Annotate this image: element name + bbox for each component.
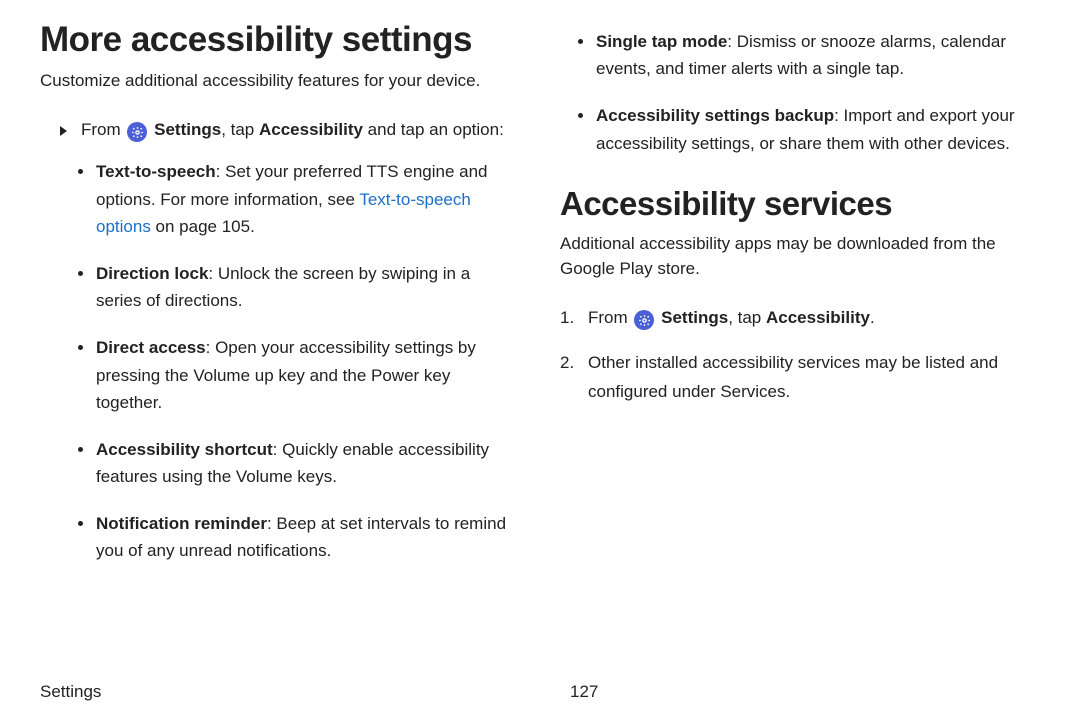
section-heading: Accessibility services <box>560 185 1040 223</box>
item-title: Text-to-speech <box>96 162 216 181</box>
item-title: Single tap mode <box>596 32 727 51</box>
list-item: Text-to-speech: Set your preferred TTS e… <box>96 158 520 240</box>
step-item: From Settings, tap Accessibility. <box>560 304 1040 333</box>
item-title: Accessibility shortcut <box>96 440 273 459</box>
accessibility-bold: Accessibility <box>259 120 363 139</box>
list-item: Single tap mode: Dismiss or snooze alarm… <box>596 28 1040 82</box>
feature-list: Text-to-speech: Set your preferred TTS e… <box>40 158 520 564</box>
gear-icon <box>127 122 147 142</box>
item-title: Direction lock <box>96 264 208 283</box>
settings-bold: Settings <box>154 120 221 139</box>
page-footer: Settings 127 <box>0 682 1080 702</box>
step-end: . <box>870 308 875 327</box>
gear-icon <box>634 310 654 330</box>
page-subtitle: Customize additional accessibility featu… <box>40 68 520 94</box>
settings-bold: Settings <box>661 308 728 327</box>
list-item: Direct access: Open your accessibility s… <box>96 334 520 416</box>
page-heading: More accessibility settings <box>40 20 520 60</box>
list-item: Accessibility settings backup: Import an… <box>596 102 1040 156</box>
item-title: Notification reminder <box>96 514 267 533</box>
step-mid: , tap <box>728 308 766 327</box>
steps-list: From Settings, tap Accessibility. Other … <box>560 304 1040 407</box>
feature-list-continued: Single tap mode: Dismiss or snooze alarm… <box>560 28 1040 157</box>
list-item: Direction lock: Unlock the screen by swi… <box>96 260 520 314</box>
item-body2: on page 105. <box>151 217 255 236</box>
item-title: Accessibility settings backup <box>596 106 834 125</box>
accessibility-bold: Accessibility <box>766 308 870 327</box>
section-subtitle: Additional accessibility apps may be dow… <box>560 231 1040 282</box>
from-end: and tap an option: <box>363 120 504 139</box>
right-column: Single tap mode: Dismiss or snooze alarm… <box>560 20 1040 585</box>
item-title: Direct access <box>96 338 206 357</box>
list-item: Accessibility shortcut: Quickly enable a… <box>96 436 520 490</box>
from-prefix: From <box>81 120 125 139</box>
step-prefix: From <box>588 308 632 327</box>
caret-icon <box>60 126 67 136</box>
left-column: More accessibility settings Customize ad… <box>40 20 520 585</box>
from-suffix: , tap <box>221 120 259 139</box>
list-item: Notification reminder: Beep at set inter… <box>96 510 520 564</box>
step-item: Other installed accessibility services m… <box>560 349 1040 407</box>
footer-page-number: 127 <box>530 682 598 702</box>
footer-section: Settings <box>40 682 530 702</box>
instruction-from: From Settings, tap Accessibility and tap… <box>40 116 520 145</box>
